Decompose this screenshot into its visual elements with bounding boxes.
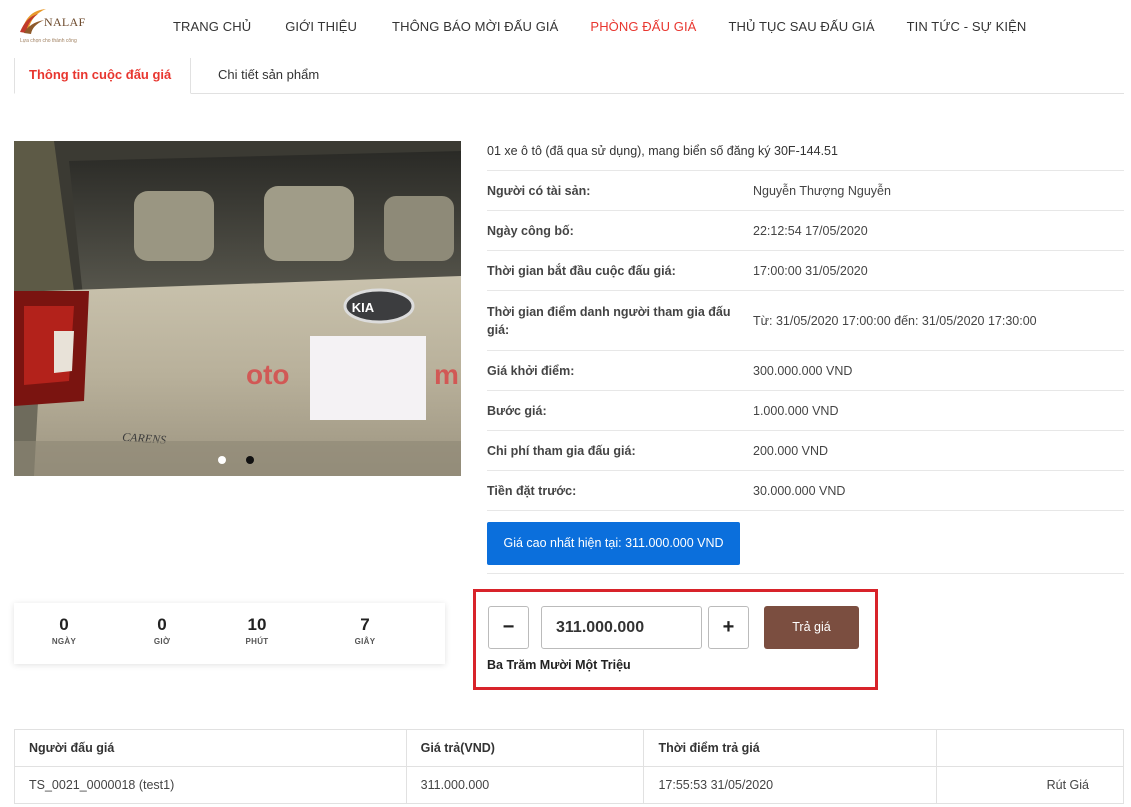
info-row: Ngày công bố: 22:12:54 17/05/2020 (487, 211, 1124, 251)
info-label-owner: Người có tài sản: (487, 183, 591, 198)
info-value-checkin-time: Từ: 31/05/2020 17:00:00 đến: 31/05/2020 … (753, 313, 1037, 328)
header-bidder: Người đấu giá (14, 729, 407, 767)
nav-auction-room[interactable]: PHÒNG ĐẤU GIÁ (590, 19, 696, 34)
info-label-price-step: Bước giá: (487, 403, 547, 418)
countdown-seconds: 7 GIÂY (335, 615, 395, 646)
countdown-hours-label: GIỜ (153, 637, 171, 646)
decrease-bid-button[interactable]: − (488, 606, 529, 649)
highest-bid-section: Giá cao nhất hiện tại: 311.000.000 VND (487, 511, 1124, 574)
withdraw-bid-button[interactable]: Rút Giá (936, 766, 1124, 804)
countdown-seconds-label: GIÂY (354, 637, 376, 646)
countdown-minutes-value: 10 (247, 615, 267, 634)
info-label-publish-date: Ngày công bố: (487, 223, 574, 238)
countdown-timer: 0 NGÀY 0 GIỜ 10 PHÚT 7 GIÂY (14, 603, 445, 664)
info-label-participation-fee: Chi phí tham gia đấu giá: (487, 443, 636, 458)
info-label-checkin-time: Thời gian điểm danh người tham gia đấu g… (487, 304, 731, 337)
nav-home[interactable]: TRANG CHỦ (173, 19, 251, 34)
photo-brand-badge: KIA (352, 300, 375, 315)
info-value-price-step: 1.000.000 VND (753, 403, 839, 418)
plus-icon: + (722, 616, 735, 638)
bid-amount-words: Ba Trăm Mười Một Triệu (487, 658, 631, 672)
info-row: Thời gian điểm danh người tham gia đấu g… (487, 291, 1124, 351)
cell-time: 17:55:53 31/05/2020 (643, 766, 938, 804)
countdown-hours: 0 GIỜ (132, 615, 192, 646)
info-label-start-time: Thời gian bắt đầu cuộc đấu giá: (487, 263, 676, 278)
increase-bid-button[interactable]: + (708, 606, 749, 649)
auction-info: 01 xe ô tô (đã qua sử dụng), mang biển s… (487, 131, 1124, 574)
nav-news-events[interactable]: TIN TỨC - SỰ KIỆN (907, 19, 1027, 34)
countdown-seconds-value: 7 (360, 615, 370, 634)
bid-panel: − 311.000.000 + Trả giá Ba Trăm Mười Một… (473, 589, 878, 690)
asset-title: 01 xe ô tô (đã qua sử dụng), mang biển s… (487, 131, 1124, 171)
countdown-days: 0 NGÀY (34, 615, 94, 646)
product-photo-carousel[interactable]: oto m KIA CARENS (14, 141, 461, 476)
carousel-dot[interactable] (218, 456, 226, 464)
photo-watermark-left: oto (246, 359, 290, 390)
table-header-row: Người đấu giá Giá trả(VND) Thời điểm trả… (14, 729, 1124, 767)
logo-text: NALAF (44, 15, 86, 29)
info-row: Bước giá: 1.000.000 VND (487, 391, 1124, 431)
auction-tabs: Thông tin cuộc đấu giá Chi tiết sản phẩm (14, 58, 1124, 94)
highest-bid-button[interactable]: Giá cao nhất hiện tại: 311.000.000 VND (487, 522, 740, 565)
bid-amount-input[interactable]: 311.000.000 (541, 606, 702, 649)
countdown-minutes-label: PHÚT (245, 637, 269, 646)
bid-history-table: Người đấu giá Giá trả(VND) Thời điểm trả… (14, 729, 1124, 804)
countdown-minutes: 10 PHÚT (227, 615, 287, 646)
logo-tagline: Lựa chọn cho thành công (20, 38, 77, 44)
info-row: Người có tài sản: Nguyễn Thượng Nguyễn (487, 171, 1124, 211)
info-value-owner: Nguyễn Thượng Nguyễn (753, 183, 891, 198)
info-label-deposit: Tiền đặt trước: (487, 483, 577, 498)
info-value-starting-price: 300.000.000 VND (753, 363, 853, 378)
car-photo: oto m KIA CARENS (14, 141, 461, 476)
nav-about[interactable]: GIỚI THIỆU (285, 19, 357, 34)
info-row: Tiền đặt trước: 30.000.000 VND (487, 471, 1124, 511)
info-value-participation-fee: 200.000 VND (753, 443, 829, 458)
cell-bidder: TS_0021_0000018 (test1) (14, 766, 407, 804)
tab-product-detail[interactable]: Chi tiết sản phẩm (204, 58, 333, 94)
header-action (936, 729, 1124, 767)
countdown-hours-value: 0 (157, 615, 167, 634)
tab-auction-info[interactable]: Thông tin cuộc đấu giá (14, 58, 191, 94)
info-value-deposit: 30.000.000 VND (753, 483, 846, 498)
minus-icon: − (502, 616, 515, 638)
site-header: NALAF Lựa chọn cho thành công TRANG CHỦ … (0, 0, 1131, 58)
photo-watermark-right: m (434, 359, 459, 390)
submit-bid-button[interactable]: Trả giá (764, 606, 859, 649)
main-nav: TRANG CHỦ GIỚI THIỆU THÔNG BÁO MỜI ĐẤU G… (173, 19, 1026, 34)
countdown-days-value: 0 (59, 615, 69, 634)
info-row: Giá khởi điểm: 300.000.000 VND (487, 351, 1124, 391)
info-label-starting-price: Giá khởi điểm: (487, 363, 575, 378)
header-price: Giá trả(VND) (405, 729, 645, 767)
table-row: TS_0021_0000018 (test1) 311.000.000 17:5… (14, 766, 1124, 804)
site-logo[interactable]: NALAF Lựa chọn cho thành công (18, 6, 98, 50)
nav-auction-notices[interactable]: THÔNG BÁO MỜI ĐẤU GIÁ (392, 19, 558, 34)
header-time: Thời điểm trả giá (643, 729, 938, 767)
info-value-start-time: 17:00:00 31/05/2020 (753, 263, 868, 278)
nav-post-auction[interactable]: THỦ TỤC SAU ĐẤU GIÁ (728, 19, 874, 34)
info-row: Thời gian bắt đầu cuộc đấu giá: 17:00:00… (487, 251, 1124, 291)
carousel-dot-active[interactable] (246, 456, 254, 464)
cell-price: 311.000.000 (405, 766, 645, 804)
countdown-days-label: NGÀY (51, 637, 77, 646)
info-value-publish-date: 22:12:54 17/05/2020 (753, 223, 868, 238)
info-row: Chi phí tham gia đấu giá: 200.000 VND (487, 431, 1124, 471)
